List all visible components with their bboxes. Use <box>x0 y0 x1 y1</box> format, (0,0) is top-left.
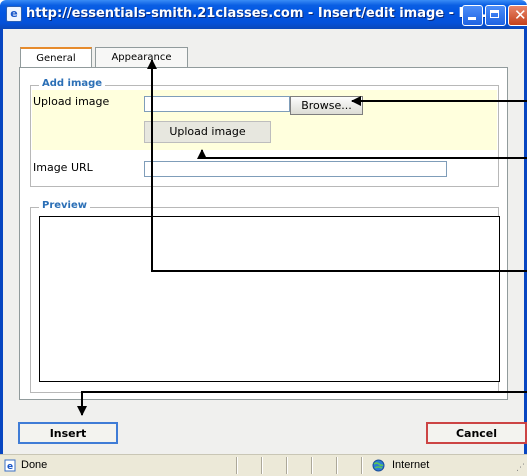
add-image-fieldset: Add image Upload image Browse... Upload … <box>30 78 499 187</box>
cancel-button[interactable]: Cancel <box>426 422 527 444</box>
status-divider <box>286 457 288 474</box>
minimize-button[interactable] <box>462 5 483 26</box>
status-bar: e Done Internet ⋰ <box>0 454 527 476</box>
minimize-icon <box>468 17 476 20</box>
upload-image-button[interactable]: Upload image <box>144 121 271 143</box>
image-url-input[interactable] <box>144 161 447 177</box>
preview-area <box>39 216 500 382</box>
general-tab-panel: Add image Upload image Browse... Upload … <box>19 67 508 400</box>
close-icon: ✕ <box>514 6 527 24</box>
status-divider <box>336 457 338 474</box>
page-done-icon: e <box>4 459 16 472</box>
ie-page-icon: e <box>6 6 22 22</box>
status-divider <box>361 457 363 474</box>
status-divider <box>311 457 313 474</box>
status-text: Done <box>21 459 48 471</box>
window-title-bar[interactable]: e http://essentials-smith.21classes.com … <box>0 0 527 29</box>
browse-button[interactable]: Browse... <box>290 96 363 115</box>
preview-legend: Preview <box>39 200 91 211</box>
internet-zone-icon <box>372 459 385 472</box>
insert-button[interactable]: Insert <box>18 422 118 444</box>
preview-fieldset: Preview <box>30 200 500 393</box>
close-window-button[interactable]: ✕ <box>508 5 527 26</box>
upload-image-label: Upload image <box>33 95 110 108</box>
zone-text: Internet <box>392 459 430 471</box>
window-title: http://essentials-smith.21classes.com - … <box>26 6 487 21</box>
svg-text:e: e <box>7 462 13 472</box>
maximize-button[interactable] <box>485 5 506 26</box>
upload-file-input[interactable] <box>144 96 290 112</box>
add-image-legend: Add image <box>39 78 106 89</box>
tab-appearance[interactable]: Appearance <box>95 47 188 67</box>
image-url-label: Image URL <box>33 161 93 174</box>
maximize-icon <box>490 10 499 18</box>
resize-grip[interactable]: ⋰ <box>516 463 525 473</box>
status-divider <box>236 457 238 474</box>
status-divider <box>261 457 263 474</box>
tab-general[interactable]: General <box>20 47 92 68</box>
